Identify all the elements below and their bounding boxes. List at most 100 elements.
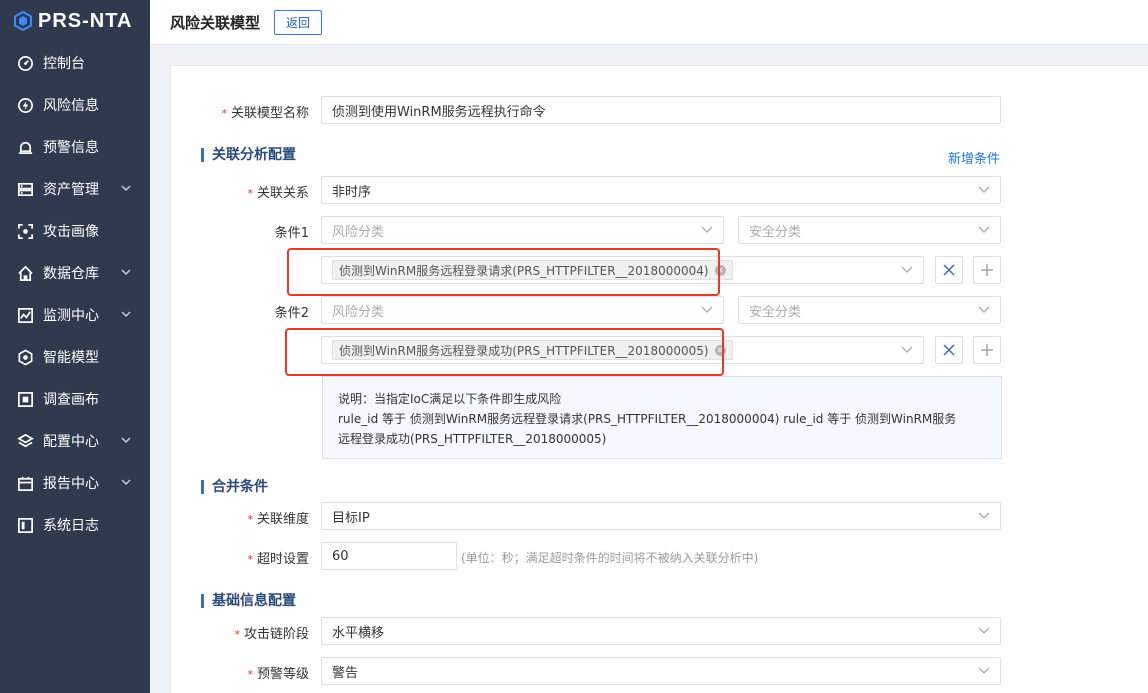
note-line: rule_id 等于 侦测到WinRM服务远程登录请求(PRS_HTTPFILT… — [338, 412, 957, 426]
add-condition-link[interactable]: 新增条件 — [948, 148, 1000, 167]
dimension-select[interactable]: 目标IP — [321, 502, 1001, 530]
sidebar-item-config[interactable]: 配置中心 — [0, 420, 150, 462]
model-name-label: 关联模型名称 — [189, 102, 309, 121]
placeholder-text: 安全分类 — [749, 304, 802, 320]
note-line: 远程登录成功(PRS_HTTPFILTER__2018000005) — [338, 432, 607, 446]
logo-text: PRS-NTA — [38, 9, 133, 32]
dimension-label: 关联维度 — [189, 508, 309, 527]
section-basic-title: 基础信息配置 — [201, 594, 296, 608]
timeout-label: 超时设置 — [189, 548, 309, 567]
timeout-hint: (单位：秒；满足超时条件的时间将不被纳入关联分析中) — [461, 551, 759, 565]
sidebar-item-label: 风险信息 — [43, 98, 99, 114]
sidebar-item-label: 报告中心 — [43, 476, 99, 492]
close-icon — [943, 344, 955, 356]
placeholder-text: 风险分类 — [332, 224, 385, 240]
chevron-down-icon — [901, 266, 913, 273]
sidebar-item-label: 智能模型 — [43, 350, 99, 366]
condition-1-security-select[interactable]: 安全分类 — [738, 216, 1001, 244]
sidebar-item-label: 配置中心 — [43, 434, 99, 450]
note-line: 说明：当指定IoC满足以下条件即生成风险 — [338, 392, 562, 406]
app-logo[interactable]: PRS-NTA — [0, 0, 150, 42]
condition-2-security-select[interactable]: 安全分类 — [738, 296, 1001, 324]
chevron-down-icon — [121, 269, 131, 276]
model-name-input[interactable]: 侦测到使用WinRM服务远程执行命令 — [321, 96, 1001, 124]
dimension-value: 目标IP — [332, 510, 370, 526]
model-name-value: 侦测到使用WinRM服务远程执行命令 — [332, 104, 546, 120]
sidebar-item-reports[interactable]: 报告中心 — [0, 462, 150, 504]
sidebar-item-monitoring[interactable]: 监测中心 — [0, 294, 150, 336]
sidebar-item-dashboard[interactable]: 控制台 — [0, 42, 150, 84]
sidebar-item-label: 控制台 — [43, 56, 85, 72]
bolt-icon — [16, 96, 34, 114]
layers-icon — [16, 432, 34, 450]
sidebar-item-label: 数据仓库 — [43, 266, 99, 282]
sidebar-item-label: 预警信息 — [43, 140, 99, 156]
chevron-down-icon — [978, 306, 990, 313]
chevron-down-icon — [978, 627, 990, 634]
killchain-select[interactable]: 水平横移 — [321, 617, 1001, 645]
log-icon — [16, 516, 34, 534]
plus-icon — [981, 264, 993, 276]
remove-condition-2-button[interactable] — [935, 336, 963, 364]
sidebar-item-alert[interactable]: 预警信息 — [0, 126, 150, 168]
home-icon — [16, 264, 34, 282]
chevron-down-icon — [978, 186, 990, 193]
killchain-value: 水平横移 — [332, 625, 385, 641]
chevron-down-icon — [978, 512, 990, 519]
sidebar-item-smart-model[interactable]: 智能模型 — [0, 336, 150, 378]
server-icon — [16, 180, 34, 198]
section-merge-title: 合并条件 — [201, 480, 268, 494]
condition-2-risk-select[interactable]: 风险分类 — [321, 296, 724, 324]
chevron-down-icon — [901, 346, 913, 353]
chevron-down-icon — [978, 667, 990, 674]
timeout-value: 60 — [332, 548, 349, 564]
placeholder-text: 风险分类 — [332, 304, 385, 320]
sidebar-item-label: 监测中心 — [43, 308, 99, 324]
hexagon-icon — [16, 348, 34, 366]
sidebar-item-system-log[interactable]: 系统日志 — [0, 504, 150, 546]
page-title: 风险关联模型 — [170, 13, 261, 32]
level-value: 警告 — [332, 665, 359, 681]
killchain-label: 攻击链阶段 — [189, 623, 309, 642]
relation-select[interactable]: 非时序 — [321, 176, 1001, 204]
dashboard-icon — [16, 54, 34, 72]
add-condition-2-button[interactable] — [973, 336, 1001, 364]
logo-icon — [14, 11, 32, 31]
level-select[interactable]: 警告 — [321, 657, 1001, 685]
chevron-down-icon — [121, 479, 131, 486]
chevron-down-icon — [701, 226, 713, 233]
placeholder-text: 安全分类 — [749, 224, 802, 240]
sidebar-item-attack-profile[interactable]: 攻击画像 — [0, 210, 150, 252]
sidebar-item-label: 系统日志 — [43, 518, 99, 534]
sidebar-item-investigation[interactable]: 调查画布 — [0, 378, 150, 420]
highlight-box — [287, 248, 720, 296]
chevron-down-icon — [121, 185, 131, 192]
timeout-input[interactable]: 60 — [321, 542, 457, 570]
remove-condition-1-button[interactable] — [935, 256, 963, 284]
calendar-icon — [16, 474, 34, 492]
target-icon — [16, 222, 34, 240]
chevron-down-icon — [701, 306, 713, 313]
chevron-down-icon — [121, 437, 131, 444]
plus-icon — [981, 344, 993, 356]
monitor-icon — [16, 306, 34, 324]
relation-value: 非时序 — [332, 184, 372, 200]
sidebar-item-label: 资产管理 — [43, 182, 99, 198]
condition-description: 说明：当指定IoC满足以下条件即生成风险 rule_id 等于 侦测到WinRM… — [322, 376, 1002, 459]
chevron-down-icon — [121, 311, 131, 318]
sidebar-item-risk[interactable]: 风险信息 — [0, 84, 150, 126]
back-button[interactable]: 返回 — [274, 9, 323, 35]
sidebar-item-assets[interactable]: 资产管理 — [0, 168, 150, 210]
sidebar-item-label: 攻击画像 — [43, 224, 99, 240]
relation-label: 关联关系 — [189, 182, 309, 201]
sidebar-item-data-warehouse[interactable]: 数据仓库 — [0, 252, 150, 294]
add-condition-1-button[interactable] — [973, 256, 1001, 284]
sidebar: PRS-NTA 控制台 风险信息 预警信息 资产管理 攻击画像 数据仓库 监测中… — [0, 0, 150, 693]
chevron-down-icon — [978, 226, 990, 233]
condition-2-label: 条件2 — [274, 306, 309, 321]
level-label: 预警等级 — [189, 663, 309, 682]
section-analysis-title: 关联分析配置 — [201, 148, 296, 162]
condition-1-risk-select[interactable]: 风险分类 — [321, 216, 724, 244]
alarm-icon — [16, 138, 34, 156]
close-icon — [943, 264, 955, 276]
